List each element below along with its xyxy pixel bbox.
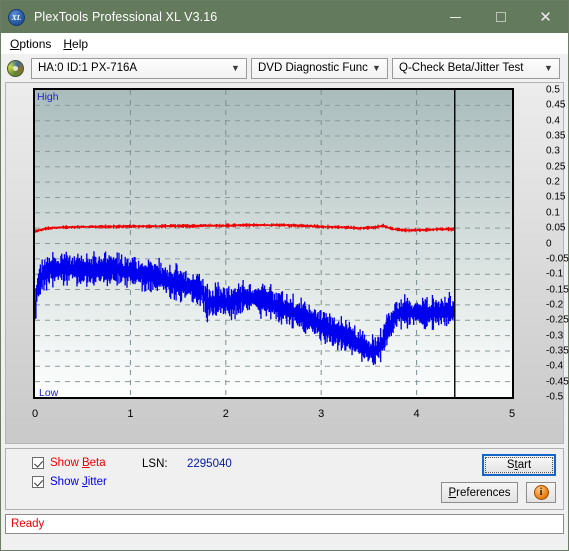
y-tick-label: -0.4: [546, 360, 564, 372]
series-show-jitter: [35, 251, 456, 366]
y-tick-label: 0.3: [546, 145, 560, 157]
toolbar: HA:0 ID:1 PX-716A ▼ DVD Diagnostic Funct…: [1, 54, 568, 82]
checkbox-check-icon: [32, 457, 44, 469]
function-select[interactable]: DVD Diagnostic Functions ▼: [251, 57, 388, 79]
start-button[interactable]: St art: [482, 454, 556, 476]
test-select-value: Q-Check Beta/Jitter Test: [399, 62, 524, 74]
plot-wrapper: High Low 0.5 0.45 0.4 0.35 0.3 0.25 0.2 0.15 0.1…: [32, 85, 569, 421]
show-beta-label: Show Beta: [50, 457, 106, 469]
y-tick-label: -0.3: [546, 330, 564, 342]
y-tick-label: -0.1: [546, 268, 564, 280]
y-tick-label: 0: [546, 238, 552, 249]
close-icon[interactable]: ✕: [523, 1, 568, 33]
menu-options-rest: ptions: [19, 36, 52, 51]
title-bar: XL PlexTools Professional XL V3.16 ✕: [1, 1, 568, 33]
plextools-window: XL PlexTools Professional XL V3.16 ✕ Opt…: [0, 0, 569, 551]
preferences-button[interactable]: Preferences: [441, 482, 518, 503]
y-tick-label: -0.05: [546, 253, 569, 265]
x-tick-label: 4: [413, 408, 420, 420]
x-tick-label: 5: [508, 408, 516, 420]
menu-bar: Options Help: [1, 33, 568, 54]
beta-jitter-plot: [35, 90, 512, 397]
disc-icon: [7, 59, 24, 77]
y-tick-label: 0.1: [546, 207, 560, 219]
x-tick-label: 1: [127, 408, 134, 420]
drive-select-value: HA:0 ID:1 PX-716A: [38, 62, 138, 74]
show-beta-checkbox[interactable]: Show Beta: [32, 457, 106, 469]
plot-area: [33, 88, 514, 399]
y-tick-label: -0.35: [546, 345, 569, 357]
x-tick-label: 0: [31, 408, 39, 420]
y-tick-label: -0.15: [546, 284, 569, 296]
xl-logo-icon: XL: [8, 8, 25, 26]
checkbox-check-icon: [32, 476, 44, 488]
y-tick-label: 0.4: [546, 115, 560, 127]
preferences-button-label: Preferences: [448, 486, 511, 499]
window-title: PlexTools Professional XL V3.16: [34, 10, 218, 24]
menu-item-options[interactable]: Options: [7, 35, 60, 53]
x-tick-label: 3: [318, 408, 325, 420]
y-tick-label: 0.25: [546, 161, 566, 173]
status-bar: Ready: [5, 514, 564, 534]
y-tick-label: 0.45: [546, 99, 566, 111]
window-controls: ✕: [433, 1, 568, 33]
lsn-label: LSN:: [142, 458, 168, 470]
chart-panel: High Low 0.5 0.45 0.4 0.35 0.3 0.25 0.2 0.15 0.1…: [5, 82, 569, 444]
y-tick-label: -0.5: [546, 391, 564, 403]
axis-label-low: Low: [39, 387, 59, 399]
test-select[interactable]: Q-Check Beta/Jitter Test ▼: [392, 57, 560, 79]
chevron-down-icon: ▼: [372, 63, 381, 73]
y-tick-label: -0.45: [546, 376, 569, 388]
chevron-down-icon: ▼: [231, 63, 240, 73]
drive-select[interactable]: HA:0 ID:1 PX-716A ▼: [31, 57, 247, 79]
start-button-label: St art: [485, 457, 553, 473]
y-tick-label: 0.5: [546, 84, 560, 96]
minimize-icon[interactable]: [433, 1, 478, 33]
y-tick-label: 0.35: [546, 130, 566, 142]
status-text: Ready: [11, 518, 45, 530]
y-tick-label: -0.25: [546, 314, 569, 326]
menu-item-help[interactable]: Help: [60, 35, 97, 53]
show-jitter-checkbox[interactable]: Show Jitter: [32, 476, 107, 488]
chevron-down-icon: ▼: [544, 63, 553, 73]
y-tick-label: 0.05: [546, 222, 566, 234]
x-tick-label: 2: [222, 408, 229, 420]
controls-panel: Show Beta Show Jitter LSN: 2295040 St art…: [5, 448, 564, 510]
y-tick-label: 0.2: [546, 176, 560, 188]
axis-label-high: High: [37, 91, 59, 103]
function-select-value: DVD Diagnostic Functions: [258, 62, 368, 74]
menu-help-rest: elp: [72, 36, 89, 51]
lsn-value: 2295040: [187, 458, 232, 470]
info-icon: i: [533, 485, 549, 500]
show-jitter-label: Show Jitter: [50, 476, 107, 488]
maximize-icon[interactable]: [478, 1, 523, 33]
y-tick-label: -0.2: [546, 299, 564, 311]
info-button[interactable]: i: [526, 482, 556, 503]
y-tick-label: 0.15: [546, 191, 566, 203]
